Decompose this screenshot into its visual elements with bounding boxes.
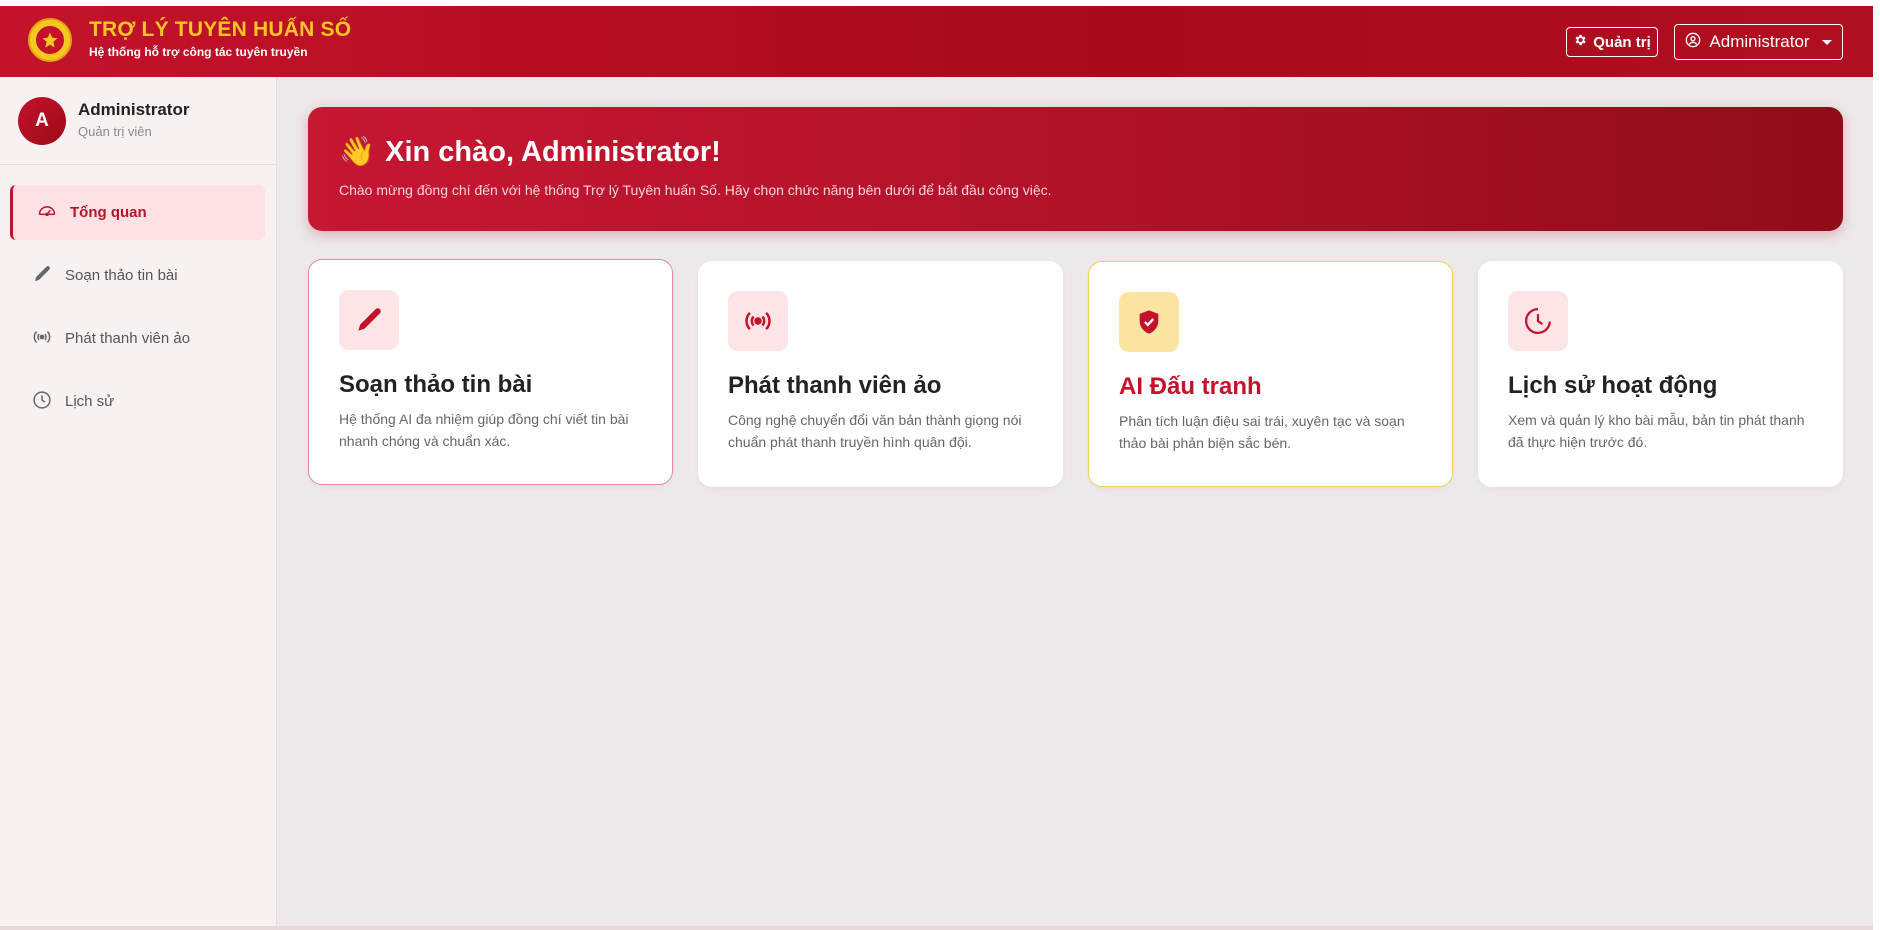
sidebar-item-compose[interactable]: Soạn thảo tin bài [10, 248, 265, 303]
profile-role: Quản trị viên [78, 124, 152, 139]
brand-subtitle: Hệ thống hỗ trợ công tác tuyên truyền [89, 45, 308, 59]
chevron-down-icon [1821, 39, 1832, 45]
app-window: TRỢ LÝ TUYÊN HUẤN SỐ Hệ thống hỗ trợ côn… [0, 6, 1873, 926]
sidebar-item-label: Tổng quan [70, 204, 147, 221]
avatar: A [18, 97, 66, 145]
waving-hand-icon: 👋 [339, 136, 376, 168]
sidebar-item-label: Phát thanh viên ảo [65, 330, 191, 347]
user-profile: A Administrator Quản trị viên [0, 77, 276, 165]
history-icon [1508, 291, 1568, 351]
card-description: Xem và quản lý kho bài mẫu, bản tin phát… [1508, 412, 1805, 450]
card-ai-struggle[interactable]: AI Đấu tranh Phân tích luận điệu sai trá… [1088, 261, 1453, 487]
card-title: Lịch sử hoạt động [1508, 372, 1718, 399]
brand-title: TRỢ LÝ TUYÊN HUẤN SỐ [89, 18, 352, 41]
broadcast-icon [728, 291, 788, 351]
sidebar-item-broadcast[interactable]: Phát thanh viên ảo [10, 311, 265, 366]
sidebar-item-history[interactable]: Lịch sử [10, 374, 265, 429]
sidebar-item-label: Soạn thảo tin bài [65, 267, 178, 284]
welcome-title-row: 👋 Xin chào, Administrator! [339, 135, 721, 169]
broadcast-icon [32, 327, 52, 351]
sidebar-item-label: Lịch sử [65, 393, 115, 410]
emblem-star-icon [34, 24, 66, 56]
card-title: Soạn thảo tin bài [339, 371, 533, 398]
card-title: AI Đấu tranh [1119, 373, 1262, 400]
sidebar: A Administrator Quản trị viên Tổng quan … [0, 77, 277, 926]
card-activity-history[interactable]: Lịch sử hoạt động Xem và quản lý kho bài… [1478, 261, 1843, 487]
welcome-banner: 👋 Xin chào, Administrator! Chào mừng đồn… [308, 107, 1843, 231]
welcome-title: Xin chào, Administrator! [385, 135, 721, 168]
user-circle-icon [1685, 32, 1701, 53]
brand: TRỢ LÝ TUYÊN HUẤN SỐ Hệ thống hỗ trợ côn… [89, 18, 351, 59]
card-description: Hệ thống AI đa nhiệm giúp đồng chí viết … [339, 411, 629, 449]
pen-icon [32, 264, 52, 288]
shield-check-icon [1119, 292, 1179, 352]
welcome-message: Chào mừng đồng chí đến với hệ thống Trợ … [339, 182, 1052, 198]
profile-name: Administrator [78, 100, 190, 119]
admin-settings-label: Quản trị [1593, 33, 1651, 51]
user-menu-button[interactable]: Administrator [1674, 24, 1843, 60]
card-description: Công nghệ chuyển đổi văn bản thành giọng… [728, 412, 1022, 450]
bottom-border [0, 926, 1873, 930]
user-menu-label: Administrator [1709, 32, 1810, 51]
sidebar-item-overview[interactable]: Tổng quan [10, 185, 265, 240]
card-virtual-broadcaster[interactable]: Phát thanh viên ảo Công nghệ chuyển đổi … [698, 261, 1063, 487]
card-compose[interactable]: Soạn thảo tin bài Hệ thống AI đa nhiệm g… [308, 259, 673, 485]
emblem-logo[interactable] [28, 18, 72, 62]
clock-icon [32, 390, 52, 414]
admin-settings-button[interactable]: Quản trị [1566, 27, 1658, 57]
gear-icon [1573, 33, 1587, 51]
top-navbar: TRỢ LÝ TUYÊN HUẤN SỐ Hệ thống hỗ trợ côn… [0, 6, 1873, 77]
pen-icon [339, 290, 399, 350]
card-title: Phát thanh viên ảo [728, 372, 942, 399]
gauge-icon [37, 201, 57, 225]
card-description: Phân tích luận điệu sai trái, xuyên tạc … [1119, 413, 1405, 451]
